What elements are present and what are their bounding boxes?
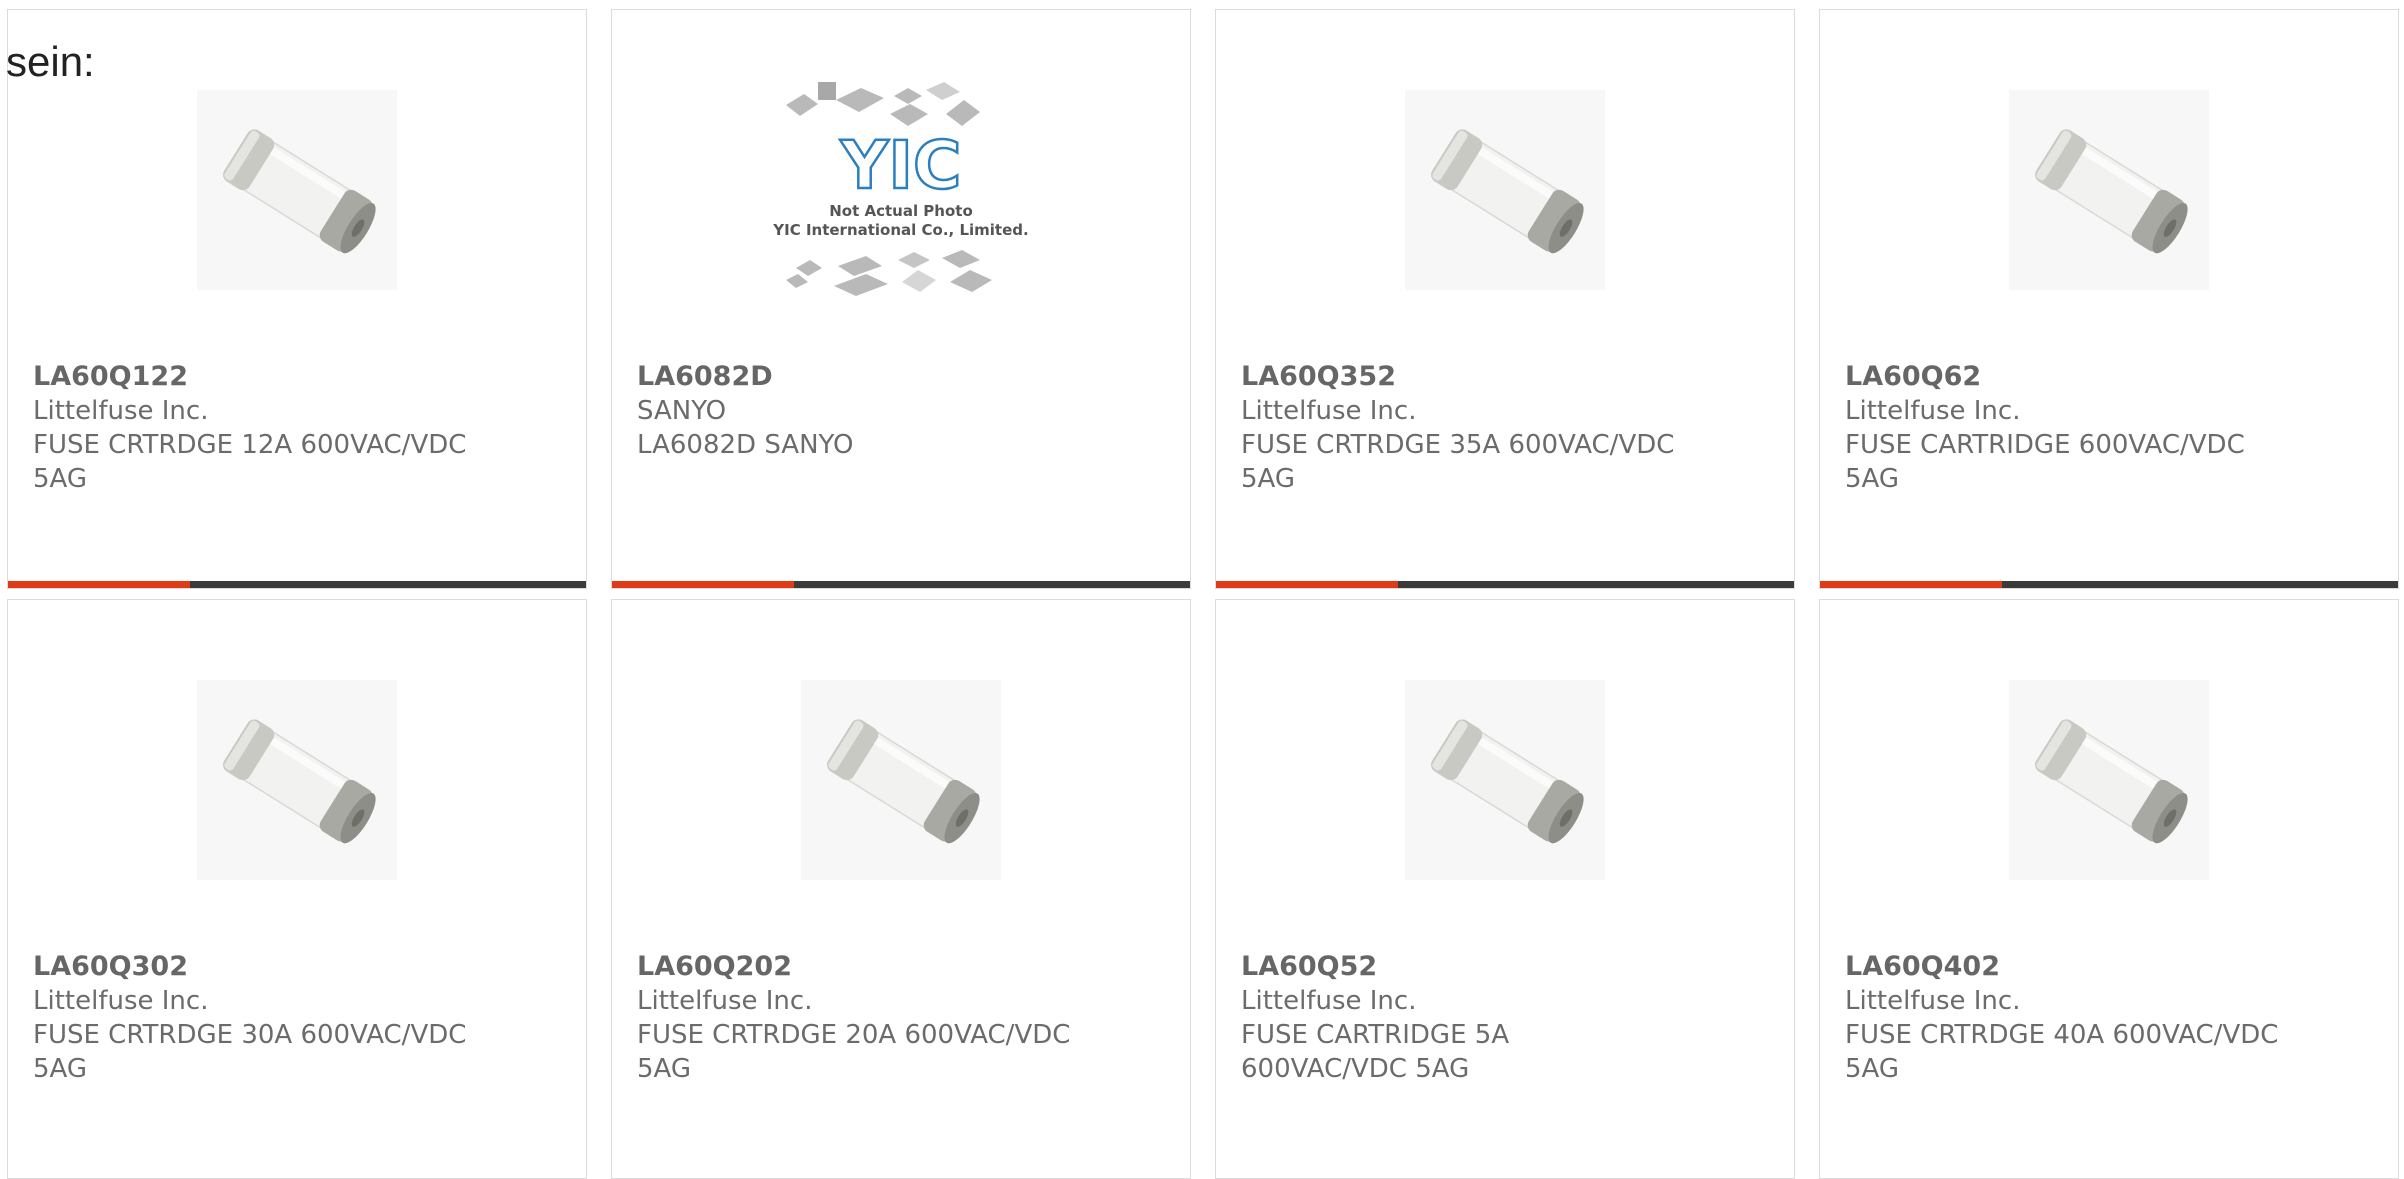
description-line: FUSE CRTRDGE 20A 600VAC/VDC (637, 1020, 1071, 1050)
manufacturer: Littelfuse Inc. (1845, 396, 2021, 426)
manufacturer: Littelfuse Inc. (33, 396, 209, 426)
card-footer-bar (612, 581, 1190, 588)
product-card[interactable]: LA60Q202 Littelfuse Inc. FUSE CRTRDGE 20… (611, 599, 1191, 1179)
description-line: FUSE CRTRDGE 40A 600VAC/VDC (1845, 1020, 2279, 1050)
product-image[interactable] (8, 80, 586, 300)
card-accent (1820, 581, 2002, 588)
description-line: 5AG (637, 1054, 692, 1084)
card-footer-bar (1820, 581, 2398, 588)
part-number[interactable]: LA60Q402 (1845, 950, 2298, 984)
part-number[interactable]: LA60Q302 (33, 950, 486, 984)
description-line: 5AG (1241, 464, 1296, 494)
manufacturer: SANYO (637, 396, 727, 426)
product-card[interactable]: LA60Q402 Littelfuse Inc. FUSE CRTRDGE 40… (1819, 599, 2399, 1179)
part-number[interactable]: LA60Q202 (637, 950, 1090, 984)
description-line: 5AG (1845, 464, 1900, 494)
product-grid: sein: LA60Q122 Littelfuse Inc. FUSE CRTR… (0, 0, 2404, 1179)
card-footer-bar (1216, 581, 1794, 588)
product-image[interactable]: YIC Not Actual Photo YIC International C… (612, 80, 1190, 300)
product-image[interactable] (8, 670, 586, 890)
part-number[interactable]: LA60Q122 (33, 360, 486, 394)
product-card[interactable]: YIC Not Actual Photo YIC International C… (611, 9, 1191, 589)
manufacturer: Littelfuse Inc. (33, 986, 209, 1016)
fuse-photo (801, 680, 1001, 880)
fuse-photo (2009, 90, 2209, 290)
description-line: FUSE CRTRDGE 30A 600VAC/VDC (33, 1020, 467, 1050)
fuse-photo (1405, 680, 1605, 880)
fuse-photo (197, 90, 397, 290)
manufacturer: Littelfuse Inc. (1241, 986, 1417, 1016)
product-image[interactable] (1216, 80, 1794, 300)
part-number[interactable]: LA60Q62 (1845, 360, 2298, 394)
card-accent (612, 581, 794, 588)
description-line: 5AG (33, 464, 88, 494)
description-line: 600VAC/VDC 5AG (1241, 1054, 1470, 1084)
photo-note: Not Actual Photo (829, 202, 973, 220)
yic-placeholder-photo: YIC Not Actual Photo YIC International C… (772, 82, 1029, 296)
product-card[interactable]: LA60Q352 Littelfuse Inc. FUSE CRTRDGE 35… (1215, 9, 1795, 589)
yic-logo: YIC (840, 127, 962, 204)
fuse-photo (1405, 90, 1605, 290)
product-image[interactable] (1216, 670, 1794, 890)
photo-company: YIC International Co., Limited. (772, 221, 1028, 239)
description-line: FUSE CARTRIDGE 600VAC/VDC (1845, 430, 2245, 460)
product-card[interactable]: LA60Q52 Littelfuse Inc. FUSE CARTRIDGE 5… (1215, 599, 1795, 1179)
product-card[interactable]: LA60Q302 Littelfuse Inc. FUSE CRTRDGE 30… (7, 599, 587, 1179)
description-line: 5AG (1845, 1054, 1900, 1084)
manufacturer: Littelfuse Inc. (1241, 396, 1417, 426)
card-accent (1216, 581, 1398, 588)
part-number[interactable]: LA60Q52 (1241, 950, 1694, 984)
product-image[interactable] (612, 670, 1190, 890)
card-footer-bar (8, 581, 586, 588)
description-line: FUSE CARTRIDGE 5A (1241, 1020, 1510, 1050)
fuse-photo (2009, 680, 2209, 880)
part-number[interactable]: LA60Q352 (1241, 360, 1694, 394)
product-image[interactable] (1820, 80, 2398, 300)
product-image[interactable] (1820, 670, 2398, 890)
description-line: FUSE CRTRDGE 12A 600VAC/VDC (33, 430, 467, 460)
description-line: FUSE CRTRDGE 35A 600VAC/VDC (1241, 430, 1675, 460)
product-card[interactable]: LA60Q62 Littelfuse Inc. FUSE CARTRIDGE 6… (1819, 9, 2399, 589)
fuse-photo (197, 680, 397, 880)
description-line: 5AG (33, 1054, 88, 1084)
manufacturer: Littelfuse Inc. (637, 986, 813, 1016)
card-accent (8, 581, 190, 588)
section-heading: sein: (6, 38, 95, 85)
description-line: LA6082D SANYO (637, 430, 854, 460)
part-number[interactable]: LA6082D (637, 360, 1090, 394)
product-card[interactable]: LA60Q122 Littelfuse Inc. FUSE CRTRDGE 12… (7, 9, 587, 589)
manufacturer: Littelfuse Inc. (1845, 986, 2021, 1016)
